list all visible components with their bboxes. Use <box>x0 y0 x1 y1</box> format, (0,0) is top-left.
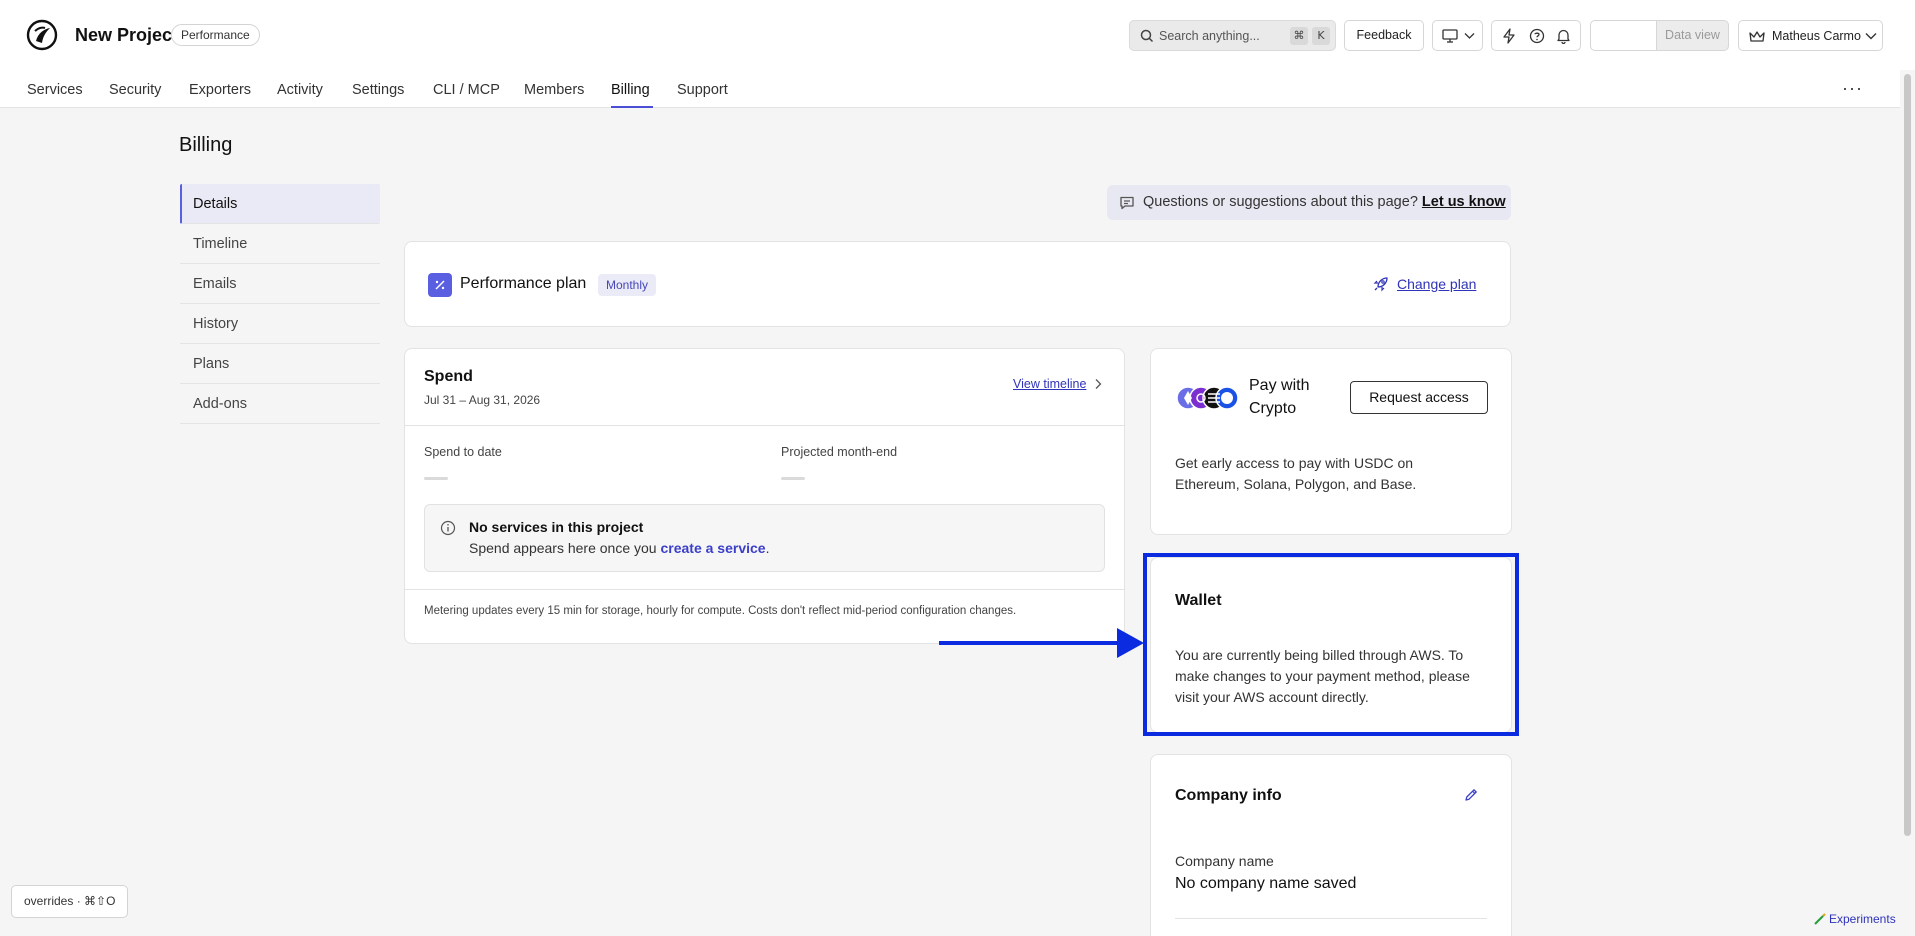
spend-divider <box>405 425 1124 426</box>
annotation-highlight-box <box>1143 553 1519 736</box>
plan-badge: Performance <box>171 24 260 46</box>
scrollbar-thumb[interactable] <box>1904 74 1911 836</box>
chevron-down-icon <box>1865 33 1877 40</box>
billing-cycle-badge: Monthly <box>598 274 657 296</box>
tab-services[interactable]: Services <box>27 82 83 98</box>
spend-to-date-label: Spend to date <box>424 445 502 459</box>
banner-text: Questions or suggestions about this page… <box>1143 194 1506 210</box>
experiments-label: Experiments <box>1829 912 1896 926</box>
feedback-banner: Questions or suggestions about this page… <box>1107 185 1511 220</box>
notice-body: Spend appears here once you <box>469 540 657 556</box>
request-access-button[interactable]: Request access <box>1350 381 1488 414</box>
info-icon <box>440 520 456 536</box>
message-icon <box>1120 196 1134 210</box>
side-item-details[interactable]: Details <box>180 184 380 224</box>
overrides-button[interactable]: overrides · ⌘⇧O <box>11 885 129 918</box>
bell-icon[interactable] <box>1556 28 1571 44</box>
tab-support[interactable]: Support <box>677 82 728 98</box>
chevron-right-icon <box>1095 379 1102 389</box>
chevron-down-icon <box>1464 33 1475 39</box>
tab-exporters[interactable]: Exporters <box>189 82 251 98</box>
plan-icon <box>428 273 452 297</box>
banner-question: Questions or suggestions about this page… <box>1143 194 1418 210</box>
crypto-title: Pay with Crypto <box>1249 377 1310 417</box>
spend-title: Spend <box>424 368 473 385</box>
change-plan-link[interactable]: Change plan <box>1397 276 1476 292</box>
tab-cli-mcp[interactable]: CLI / MCP <box>433 82 500 98</box>
crypto-card: Pay with Crypto Request access Get early… <box>1150 348 1512 535</box>
company-name-label: Company name <box>1175 853 1274 869</box>
tab-activity[interactable]: Activity <box>277 82 323 98</box>
main-nav: Services Security Exporters Activity Set… <box>0 70 1900 108</box>
active-tab-indicator <box>611 106 653 108</box>
header-icon-group <box>1491 20 1581 51</box>
tab-settings[interactable]: Settings <box>352 82 404 98</box>
tab-security[interactable]: Security <box>109 82 161 98</box>
user-menu[interactable]: Matheus Carmo <box>1738 20 1883 51</box>
tab-members[interactable]: Members <box>524 82 584 98</box>
create-service-link[interactable]: create a service <box>660 540 765 556</box>
more-menu-button[interactable]: ··· <box>1842 78 1863 99</box>
crypto-description: Get early access to pay with USDC on Eth… <box>1175 455 1417 492</box>
side-item-plans[interactable]: Plans <box>180 344 380 384</box>
annotation-arrow-shaft <box>939 641 1119 645</box>
projected-skeleton <box>781 477 805 480</box>
monitor-icon <box>1442 29 1458 43</box>
search-icon <box>1140 29 1154 43</box>
crown-icon <box>1749 31 1765 42</box>
tab-billing[interactable]: Billing <box>611 82 650 98</box>
spend-to-date-skeleton <box>424 477 448 480</box>
rocket-icon <box>1373 277 1388 292</box>
edit-pencil-icon[interactable] <box>1463 787 1479 803</box>
projected-label: Projected month-end <box>781 445 898 459</box>
annotation-arrow-head <box>1117 628 1144 658</box>
app-logo-icon[interactable] <box>26 19 58 51</box>
plan-card: Performance plan Monthly Change plan <box>404 241 1511 327</box>
page-title: Billing <box>179 134 233 156</box>
view-timeline-link[interactable]: View timeline <box>1013 377 1086 391</box>
no-services-notice: No services in this project Spend appear… <box>424 504 1105 572</box>
search-input[interactable]: Search anything... ⌘ K <box>1129 20 1336 51</box>
company-divider <box>1175 918 1487 919</box>
notice-period: . <box>765 540 770 556</box>
spend-card: Spend Jul 31 – Aug 31, 2026 View timelin… <box>404 348 1125 644</box>
notice-title: No services in this project <box>469 519 644 535</box>
metering-divider <box>405 589 1124 590</box>
let-us-know-link[interactable]: Let us know <box>1422 194 1506 210</box>
side-item-history[interactable]: History <box>180 304 380 344</box>
user-name: Matheus Carmo <box>1772 29 1861 43</box>
notice-text: Spend appears here once you create a ser… <box>469 540 769 556</box>
project-name[interactable]: New Project <box>75 25 178 46</box>
experiments-link[interactable]: Experiments <box>1813 912 1896 926</box>
side-item-emails[interactable]: Emails <box>180 264 380 304</box>
kbd-cmd: ⌘ <box>1290 27 1308 45</box>
crypto-coins-icon <box>1176 386 1239 410</box>
feedback-button[interactable]: Feedback <box>1344 20 1424 51</box>
side-item-add-ons[interactable]: Add-ons <box>180 384 380 424</box>
plan-title: Performance plan <box>460 275 587 292</box>
metering-note: Metering updates every 15 min for storag… <box>424 605 1017 617</box>
device-selector[interactable] <box>1432 20 1483 51</box>
company-title: Company info <box>1175 787 1282 804</box>
help-icon[interactable] <box>1529 28 1545 44</box>
spend-date-range: Jul 31 – Aug 31, 2026 <box>424 393 541 407</box>
data-view-button[interactable]: Data view <box>1657 20 1729 51</box>
billing-side-menu: Details Timeline Emails History Plans Ad… <box>180 184 380 424</box>
data-view-input[interactable] <box>1590 20 1657 51</box>
search-placeholder: Search anything... <box>1159 29 1260 43</box>
company-card: Company info Company name No company nam… <box>1150 754 1512 936</box>
kbd-k: K <box>1312 27 1330 45</box>
lightning-icon[interactable] <box>1502 28 1516 44</box>
side-item-timeline[interactable]: Timeline <box>180 224 380 264</box>
wand-icon <box>1814 913 1826 925</box>
company-name-value: No company name saved <box>1175 875 1357 892</box>
top-bar: New Project Performance Search anything.… <box>0 0 1915 70</box>
